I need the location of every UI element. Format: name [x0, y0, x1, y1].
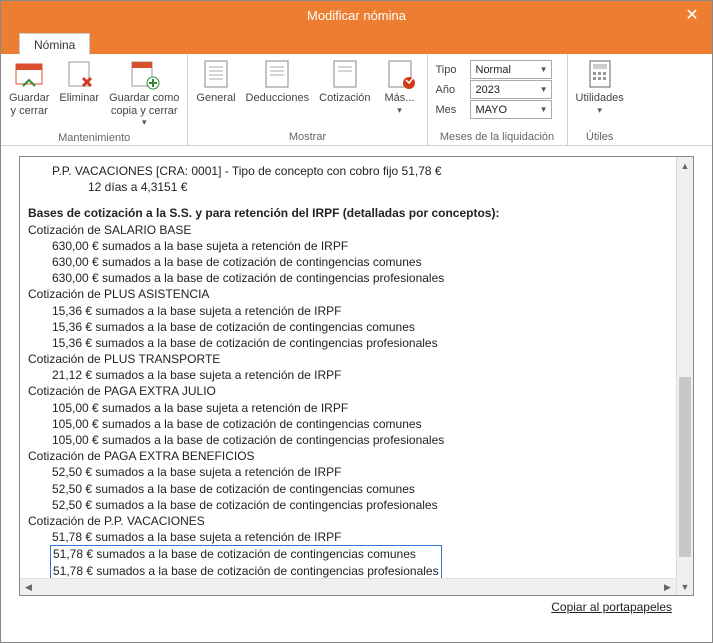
group-utiles: Utilidades ▾ Útiles: [568, 54, 632, 145]
label: Eliminar: [59, 92, 99, 105]
tipo-combo[interactable]: Normal ▼: [470, 60, 552, 79]
chevron-down-icon: ▼: [540, 105, 548, 114]
label: Utilidades: [576, 92, 624, 105]
guardar-copia-button[interactable]: Guardar como copia y cerrar ▾: [105, 56, 183, 130]
deducciones-icon: [261, 58, 293, 90]
label: General: [196, 92, 235, 105]
deducciones-button[interactable]: Deducciones: [242, 56, 314, 107]
chevron-down-icon: ▾: [397, 105, 402, 115]
mes-label: Mes: [436, 104, 466, 116]
close-button[interactable]: ✕: [672, 1, 712, 29]
chevron-down-icon: ▼: [540, 65, 548, 74]
text-line: 21,12 € sumados a la base sujeta a reten…: [28, 367, 668, 383]
section-heading: Bases de cotización a la S.S. y para ret…: [28, 205, 668, 221]
label: Cotización: [319, 92, 370, 105]
text-line: Cotización de PAGA EXTRA BENEFICIOS: [28, 448, 668, 464]
scroll-up-icon[interactable]: ▲: [677, 157, 693, 174]
group-label: Mostrar: [192, 129, 422, 145]
text-line: Cotización de PLUS ASISTENCIA: [28, 286, 668, 302]
general-icon: [200, 58, 232, 90]
text-line: Cotización de PAGA EXTRA JULIO: [28, 383, 668, 399]
vertical-scrollbar[interactable]: ▲ ▼: [676, 157, 693, 595]
ano-value: 2023: [476, 84, 500, 96]
document-body: P.P. VACACIONES [CRA: 0001] - Tipo de co…: [20, 157, 676, 589]
tipo-value: Normal: [476, 64, 511, 76]
guardar-cerrar-button[interactable]: Guardar y cerrar: [5, 56, 53, 119]
delete-icon: [63, 58, 95, 90]
text-line: 105,00 € sumados a la base de cotización…: [28, 432, 668, 448]
group-mostrar: General Deducciones Cotización Más... ▾ …: [188, 54, 427, 145]
cotizacion-icon: [329, 58, 361, 90]
document-panel: P.P. VACACIONES [CRA: 0001] - Tipo de co…: [19, 156, 694, 596]
text-line: Cotización de PLUS TRANSPORTE: [28, 351, 668, 367]
general-button[interactable]: General: [192, 56, 239, 107]
text-line: 15,36 € sumados a la base sujeta a reten…: [28, 303, 668, 319]
label: Más...: [385, 92, 415, 105]
group-label: Útiles: [572, 129, 628, 145]
text-line: 15,36 € sumados a la base de cotización …: [28, 319, 668, 335]
scroll-down-icon[interactable]: ▼: [677, 578, 693, 595]
text-line: 12 días a 4,3151 €: [28, 179, 668, 195]
mes-value: MAYO: [476, 104, 508, 116]
chevron-down-icon: ▾: [142, 117, 147, 127]
save-close-icon: [13, 58, 45, 90]
text-line: 105,00 € sumados a la base sujeta a rete…: [28, 400, 668, 416]
group-label: Mantenimiento: [5, 130, 183, 146]
text-line: 15,36 € sumados a la base de cotización …: [28, 335, 668, 351]
text-line: 105,00 € sumados a la base de cotización…: [28, 416, 668, 432]
scroll-thumb[interactable]: [679, 377, 691, 557]
cotizacion-button[interactable]: Cotización: [315, 56, 374, 107]
mas-icon: [384, 58, 416, 90]
ano-label: Año: [436, 84, 466, 96]
tab-nomina[interactable]: Nómina: [19, 33, 90, 55]
tipo-label: Tipo: [436, 64, 466, 76]
text-line: 630,00 € sumados a la base de cotización…: [28, 270, 668, 286]
text-line: Cotización de P.P. VACACIONES: [28, 513, 668, 529]
tab-strip: Nómina: [1, 29, 712, 54]
chevron-down-icon: ▼: [540, 85, 548, 94]
eliminar-button[interactable]: Eliminar: [55, 56, 103, 107]
horizontal-scrollbar[interactable]: ◀ ▶: [20, 578, 676, 595]
scroll-right-icon[interactable]: ▶: [659, 579, 676, 596]
title-bar: Modificar nómina ✕: [1, 1, 712, 29]
label: Guardar y cerrar: [9, 92, 49, 117]
text-line: 51,78 € sumados a la base de cotización …: [53, 546, 439, 563]
mas-button[interactable]: Más... ▾: [377, 56, 423, 117]
copy-to-clipboard-link[interactable]: Copiar al portapapeles: [551, 600, 672, 614]
utilidades-button[interactable]: Utilidades ▾: [572, 56, 628, 117]
group-label: Meses de la liquidación: [432, 129, 563, 145]
text-line: Cotización de SALARIO BASE: [28, 222, 668, 238]
calculator-icon: [584, 58, 616, 90]
ano-combo[interactable]: 2023 ▼: [470, 80, 552, 99]
text-line: 630,00 € sumados a la base de cotización…: [28, 254, 668, 270]
group-mantenimiento: Guardar y cerrar Eliminar Guardar como c…: [1, 54, 188, 145]
text-line: 51,78 € sumados a la base sujeta a reten…: [28, 529, 668, 545]
ribbon: Guardar y cerrar Eliminar Guardar como c…: [1, 54, 712, 146]
text-line: 52,50 € sumados a la base de cotización …: [28, 497, 668, 513]
chevron-down-icon: ▾: [597, 105, 602, 115]
text-line: 52,50 € sumados a la base de cotización …: [28, 481, 668, 497]
scroll-left-icon[interactable]: ◀: [20, 579, 37, 596]
highlighted-lines: 51,78 € sumados a la base de cotización …: [50, 545, 442, 581]
text-line: 630,00 € sumados a la base sujeta a rete…: [28, 238, 668, 254]
label: Guardar como copia y cerrar: [109, 92, 179, 117]
save-copy-icon: [128, 58, 160, 90]
text-line: P.P. VACACIONES [CRA: 0001] - Tipo de co…: [28, 163, 668, 179]
window-title: Modificar nómina: [307, 8, 406, 23]
text-line: 52,50 € sumados a la base sujeta a reten…: [28, 464, 668, 480]
label: Deducciones: [246, 92, 310, 105]
group-meses: Tipo Normal ▼ Año 2023 ▼ Mes MAYO ▼: [428, 54, 568, 145]
mes-combo[interactable]: MAYO ▼: [470, 100, 552, 119]
